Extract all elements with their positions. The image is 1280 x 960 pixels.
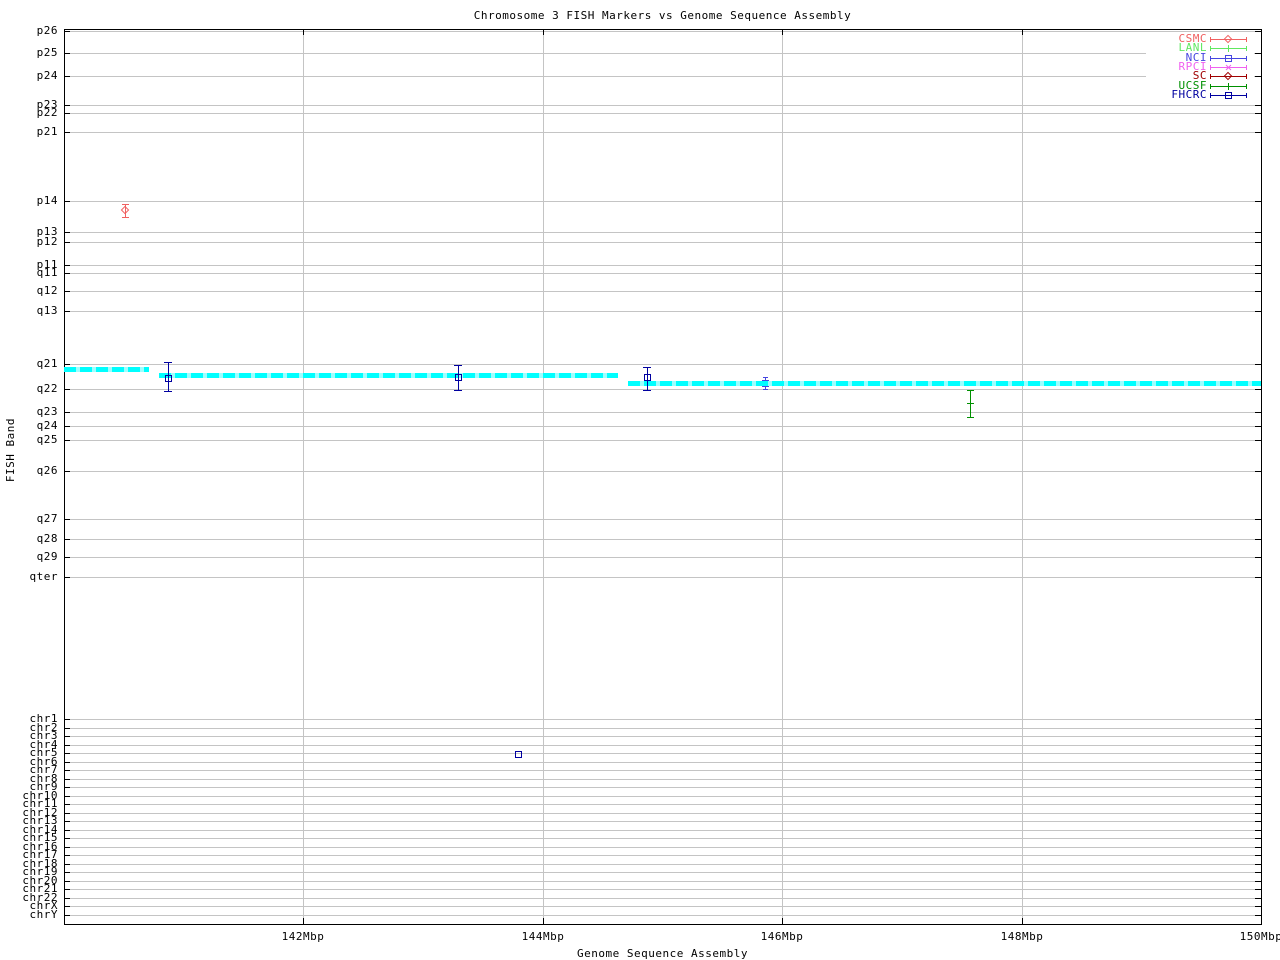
- data-point-ucsf-cap-top: [967, 390, 974, 391]
- legend-sample-rpci-cap-l: [1210, 65, 1211, 70]
- legend-sample-sc-cap-r: [1246, 74, 1247, 79]
- legend-sample-lanl-cap-l: [1210, 46, 1211, 51]
- legend-sample-csmc-cap-l: [1210, 37, 1211, 42]
- y-tick-label-q29: q29: [36, 550, 58, 563]
- y-tick-label-p24: p24: [36, 69, 58, 82]
- legend-sample-nci-cap-r: [1246, 56, 1247, 61]
- data-point-fhcrc-cap-top: [643, 367, 651, 368]
- y-tick-label-p12: p12: [36, 235, 58, 248]
- legend-sample-fhcrc-cap-r: [1246, 93, 1247, 98]
- legend-sample-ucsf-cap-r: [1246, 84, 1247, 89]
- fish-marker-chart: Chromosome 3 FISH Markers vs Genome Sequ…: [0, 0, 1280, 960]
- y-tick-label-p14: p14: [36, 194, 58, 207]
- y-tick-label-q22: q22: [36, 382, 58, 395]
- data-point-nci-cap-bottom: [763, 389, 768, 390]
- data-point-fhcrc-cap-bottom: [164, 391, 172, 392]
- y-tick-label-q27: q27: [36, 512, 58, 525]
- legend-sample-fhcrc-square-marker: [1225, 92, 1232, 99]
- x-tick-label-150Mbp: 150Mbp: [1239, 930, 1280, 943]
- data-point-csmc-cap-top: [122, 204, 129, 205]
- contig-segment-3: [628, 381, 1261, 386]
- legend-sample-lanl-plus-marker-v: [1228, 45, 1229, 52]
- data-point-csmc-cap-bottom: [122, 217, 129, 218]
- legend-sample-ucsf-plus-marker-v: [1228, 83, 1229, 90]
- y-tick-label-q21: q21: [36, 357, 58, 370]
- legend-sample-nci-cap-l: [1210, 56, 1211, 61]
- y-tick-label-p25: p25: [36, 46, 58, 59]
- data-point-ucsf-plus-marker-v: [970, 400, 971, 407]
- data-point-nci-cap-top: [763, 377, 768, 378]
- legend-sample-lanl-cap-r: [1246, 46, 1247, 51]
- data-point-fhcrc-cap-top: [164, 362, 172, 363]
- chart-title: Chromosome 3 FISH Markers vs Genome Sequ…: [473, 9, 852, 22]
- y-tick-label-q23: q23: [36, 405, 58, 418]
- y-tick-label-q12: q12: [36, 284, 58, 297]
- x-tick-label-148Mbp: 148Mbp: [1000, 930, 1044, 943]
- data-point-fhcrc-square-marker: [515, 751, 522, 758]
- data-point-fhcrc-square-marker: [165, 375, 172, 382]
- y-tick-label-q28: q28: [36, 532, 58, 545]
- x-tick-label-146Mbp: 146Mbp: [760, 930, 804, 943]
- legend-sample-ucsf-cap-l: [1210, 84, 1211, 89]
- contig-segment-1: [64, 367, 149, 372]
- x-axis-label: Genome Sequence Assembly: [577, 947, 748, 960]
- legend-sample-rpci-cap-r: [1246, 65, 1247, 70]
- y-tick-label-chrY: chrY: [29, 908, 58, 921]
- data-point-fhcrc-cap-bottom: [454, 390, 462, 391]
- data-point-fhcrc-square-marker: [455, 374, 462, 381]
- data-point-fhcrc-cap-bottom: [643, 390, 651, 391]
- legend-label-fhcrc: FHCRC: [1171, 88, 1207, 101]
- y-tick-label-qter: qter: [29, 570, 58, 583]
- y-tick-label-p22: p22: [36, 106, 58, 119]
- y-tick-label-q13: q13: [36, 304, 58, 317]
- plot-border: [64, 29, 1262, 925]
- data-point-fhcrc-cap-top: [454, 365, 462, 366]
- contig-segment-2: [159, 373, 618, 378]
- x-tick-label-142Mbp: 142Mbp: [281, 930, 325, 943]
- legend-sample-fhcrc-cap-l: [1210, 93, 1211, 98]
- y-tick-label-q26: q26: [36, 464, 58, 477]
- y-tick-label-p26: p26: [36, 24, 58, 37]
- y-tick-label-q25: q25: [36, 433, 58, 446]
- y-tick-label-q24: q24: [36, 419, 58, 432]
- legend-sample-csmc-cap-r: [1246, 37, 1247, 42]
- y-tick-label-q11: q11: [36, 266, 58, 279]
- data-point-ucsf-cap-bottom: [967, 417, 974, 418]
- y-tick-label-p21: p21: [36, 125, 58, 138]
- legend-sample-nci-square-marker: [1225, 55, 1232, 62]
- legend-sample-sc-cap-l: [1210, 74, 1211, 79]
- data-point-fhcrc-square-marker: [644, 374, 651, 381]
- x-tick-label-144Mbp: 144Mbp: [521, 930, 565, 943]
